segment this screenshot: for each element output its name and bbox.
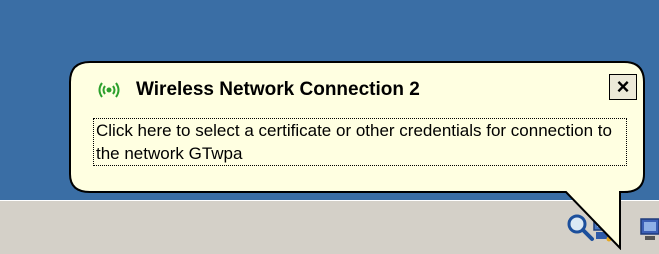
wireless-signal-icon xyxy=(98,82,120,98)
notification-balloon: Wireless Network Connection 2 × Click he… xyxy=(68,60,648,250)
close-button[interactable]: × xyxy=(609,74,637,100)
close-icon: × xyxy=(616,74,630,99)
balloon-title-row: Wireless Network Connection 2 xyxy=(94,78,420,102)
balloon-title: Wireless Network Connection 2 xyxy=(136,79,420,100)
balloon-message-link[interactable]: Click here to select a certificate or ot… xyxy=(93,118,627,166)
